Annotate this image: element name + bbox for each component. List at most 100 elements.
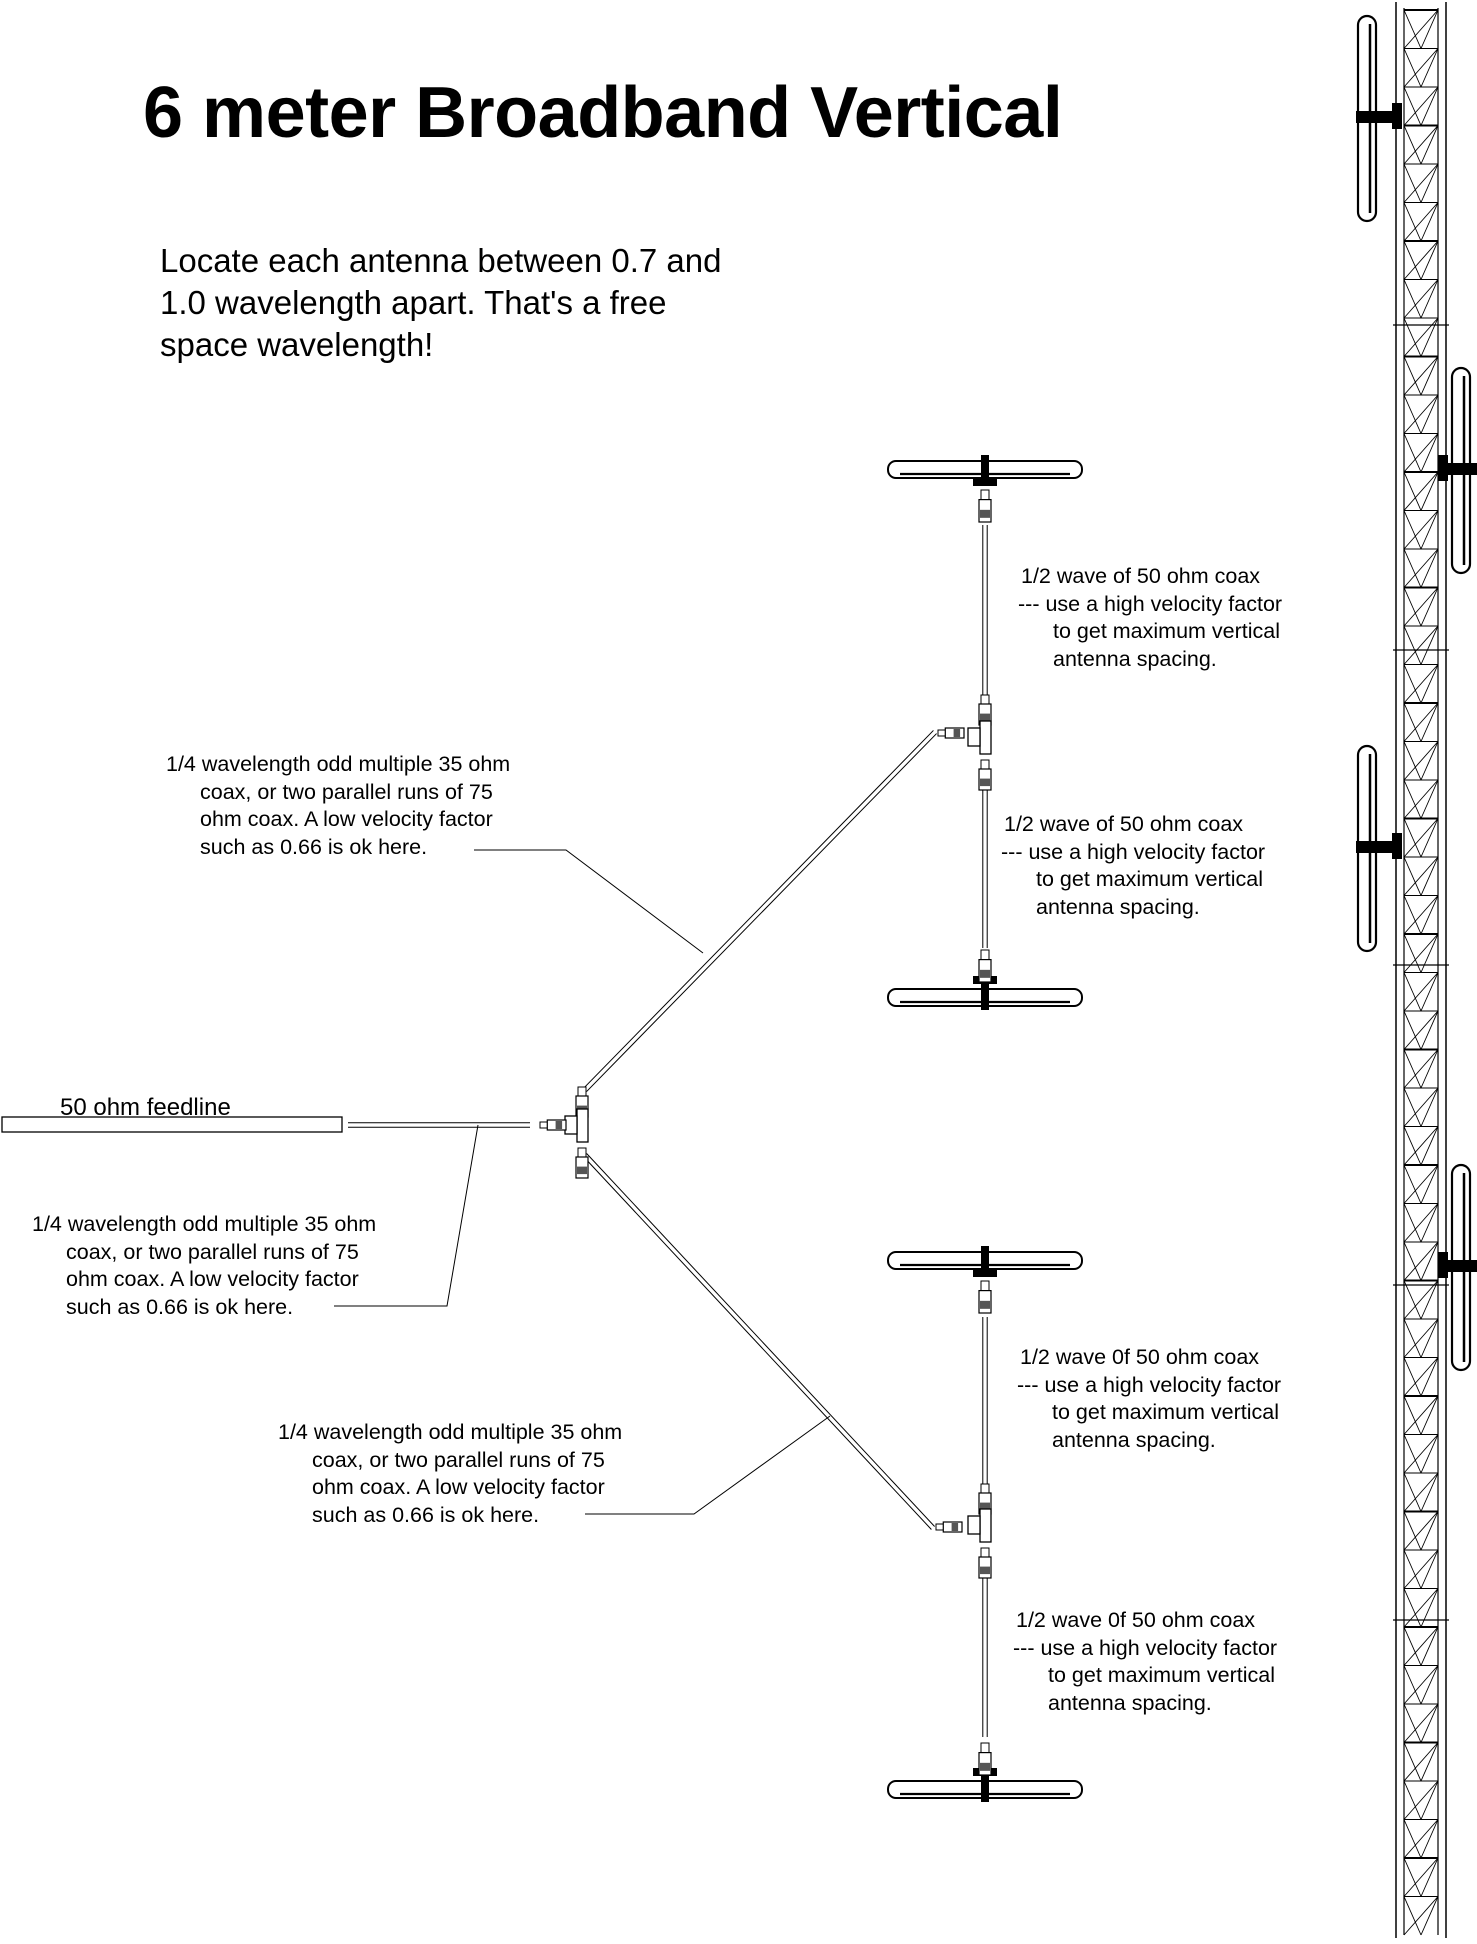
plug-ferrule (937, 729, 947, 737)
tower-brace (1403, 356, 1439, 396)
tower-brace (1403, 48, 1439, 88)
tower-brace (1403, 1588, 1439, 1628)
tower-brace (1403, 279, 1422, 319)
label-line: to get maximum vertical (1052, 1400, 1280, 1424)
tower-antenna-boom (1444, 463, 1477, 475)
tower-brace (1403, 548, 1422, 588)
quarter-wave-coax (586, 733, 937, 1092)
tower-brace (1403, 741, 1422, 781)
tower-brace (1403, 702, 1439, 742)
tower-brace (1403, 1010, 1439, 1050)
tower-brace (1403, 1819, 1439, 1859)
tower-brace (1403, 9, 1422, 49)
label-line: --- use a high velocity factor (1013, 1635, 1278, 1660)
tower-brace (1403, 394, 1422, 434)
tower-brace (1403, 1549, 1422, 1589)
tower-brace (1403, 86, 1422, 126)
tower-brace (1420, 1857, 1439, 1897)
tower-brace (1403, 510, 1439, 550)
label-line: 1/4 wavelength odd multiple 35 ohm (278, 1420, 623, 1444)
tower-brace (1403, 1780, 1439, 1820)
tower-brace (1403, 1665, 1422, 1705)
tower-brace (1403, 1703, 1439, 1743)
tower-brace (1420, 1626, 1439, 1666)
tower-brace (1403, 1126, 1422, 1166)
tower-brace (1420, 933, 1439, 973)
tower-brace (1403, 1049, 1422, 1089)
tower-brace (1403, 433, 1439, 473)
tower-brace (1403, 856, 1439, 896)
tower-brace (1403, 779, 1422, 819)
tower-brace (1420, 1819, 1439, 1859)
tower-brace (1403, 86, 1439, 126)
tower-antenna-icon (1438, 366, 1477, 575)
tower-brace (1420, 1318, 1439, 1358)
tower-antenna-icon (1356, 14, 1402, 223)
tower-brace (1403, 1164, 1422, 1204)
tower-brace (1403, 317, 1439, 357)
tower-brace (1403, 625, 1439, 665)
plug-knurl (980, 713, 990, 722)
tower-brace (1403, 702, 1422, 742)
tower-antenna-clamp (1392, 833, 1402, 859)
leader-line-upper (474, 849, 704, 954)
tower-brace (1403, 587, 1422, 627)
tower-antenna-icon (1438, 1163, 1477, 1372)
tower-brace (1403, 471, 1422, 511)
tower-brace (1403, 1665, 1439, 1705)
quarter-wave-coax (586, 1153, 935, 1527)
tower-brace (1420, 1742, 1439, 1782)
tower-brace (1403, 433, 1422, 473)
coax-runs (1, 525, 988, 1737)
tower-brace (1420, 779, 1439, 819)
tee-side-port (967, 727, 981, 747)
tower-antenna-boom (1356, 111, 1396, 123)
tower-brace (1420, 163, 1439, 203)
tower-brace (1420, 202, 1439, 242)
tower-brace (1403, 1896, 1439, 1936)
plug-knurl (980, 1300, 990, 1309)
coax-plug-icon (575, 1147, 589, 1179)
tower-brace (1403, 1549, 1439, 1589)
tower-brace (1420, 1588, 1439, 1628)
dipole-mount (973, 477, 997, 486)
tower-brace (1403, 1203, 1422, 1243)
tee-body (576, 1108, 589, 1143)
coax-plug-icon (937, 727, 965, 739)
tower-brace (1420, 1241, 1439, 1281)
plug-knurl (951, 1523, 959, 1531)
label-line: antenna spacing. (1053, 646, 1217, 671)
tower-brace (1420, 702, 1439, 742)
tower-brace (1420, 356, 1439, 396)
tower-brace (1420, 394, 1439, 434)
tee-connector-icon (967, 1508, 992, 1543)
coax-plug-icon (978, 1547, 992, 1579)
tower-brace (1420, 1665, 1439, 1705)
label-line: 1/2 wave of 50 ohm coax (1004, 812, 1244, 836)
tower-brace (1403, 818, 1422, 858)
tower-brace (1403, 1203, 1439, 1243)
coax-plug-icon (978, 759, 992, 791)
tower-brace (1403, 1087, 1439, 1127)
tower-brace (1420, 1896, 1439, 1936)
tee-body (979, 720, 992, 755)
tower-antenna-clamp (1392, 103, 1402, 129)
tower-brace (1403, 1010, 1422, 1050)
tower-brace (1403, 1049, 1439, 1089)
coax-plug-icon (935, 1521, 963, 1533)
tower-brace (1420, 1010, 1439, 1050)
tower-brace (1403, 664, 1439, 704)
plug-knurl (980, 969, 990, 978)
tower-brace (1420, 1203, 1439, 1243)
quarter-wave-coax (583, 1156, 932, 1530)
tower-brace (1420, 317, 1439, 357)
tower-brace (1403, 1703, 1422, 1743)
tower-brace (1420, 1434, 1439, 1474)
plug-knurl (555, 1121, 563, 1129)
tower-brace (1403, 972, 1422, 1012)
label-line: --- use a high velocity factor (1001, 839, 1266, 864)
tower-antenna-icon (1356, 744, 1402, 953)
dipole-feedpoint (981, 1774, 989, 1802)
label-line: coax, or two parallel runs of 75 (312, 1447, 605, 1472)
label-line: ohm coax. A low velocity factor (312, 1475, 605, 1499)
